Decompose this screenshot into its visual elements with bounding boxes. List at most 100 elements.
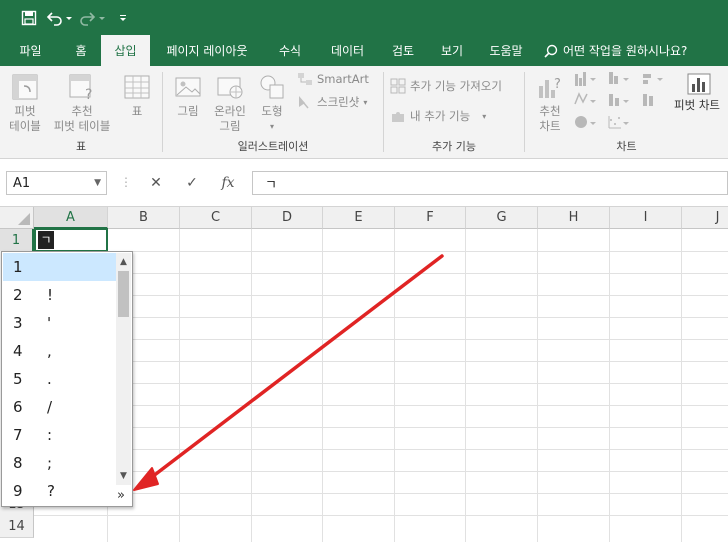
- column-header[interactable]: C: [180, 207, 252, 229]
- recommended-charts-button[interactable]: ? 추천 차트: [533, 72, 567, 134]
- column-header[interactable]: E: [323, 207, 395, 229]
- save-icon[interactable]: [18, 7, 40, 29]
- candidate-item[interactable]: 6 /: [3, 393, 116, 421]
- column-header[interactable]: J: [682, 207, 728, 229]
- candidate-item[interactable]: 5 .: [3, 365, 116, 393]
- tab-formulas[interactable]: 수식: [264, 35, 316, 66]
- chevron-down-icon[interactable]: ▼: [94, 178, 101, 188]
- smartart-button[interactable]: SmartArt: [297, 72, 369, 86]
- excel-window: 파일 홈 삽입 페이지 레이아웃 수식 데이터 검토 보기 도움말 어떤 작업을…: [0, 0, 728, 542]
- candidate-number: 5: [13, 370, 23, 388]
- gridline: [34, 383, 728, 384]
- pivot-chart-label: 피벗 차트: [674, 98, 720, 112]
- smartart-label: SmartArt: [317, 72, 369, 86]
- get-addins-button[interactable]: 추가 기능 가져오기: [390, 78, 502, 94]
- candidate-item[interactable]: 8 ;: [3, 449, 116, 477]
- group-addins: 추가 기능 가져오기 내 추가 기능 ▾ 추가 기능: [384, 66, 524, 158]
- column-header[interactable]: I: [610, 207, 682, 229]
- formula-input[interactable]: ㄱ: [252, 171, 728, 195]
- screenshot-button[interactable]: 스크린샷 ▾: [297, 94, 367, 110]
- my-addins-label: 내 추가 기능: [410, 109, 471, 123]
- online-picture-label: 온라인 그림: [214, 104, 246, 133]
- gridline: [609, 229, 610, 542]
- gridline: [34, 251, 728, 252]
- gridline: [34, 449, 728, 450]
- tab-data[interactable]: 데이터: [316, 35, 379, 66]
- tab-view[interactable]: 보기: [427, 35, 477, 66]
- pivot-table-label: 피벗 테이블: [9, 104, 41, 133]
- table-button[interactable]: 표: [120, 72, 154, 119]
- row-header[interactable]: 1: [0, 229, 34, 252]
- group-label-addins: 추가 기능: [432, 140, 476, 153]
- candidate-item[interactable]: 9 ?: [3, 477, 116, 505]
- table-label: 표: [131, 104, 143, 118]
- redo-icon[interactable]: [78, 7, 108, 29]
- screenshot-icon: [299, 96, 309, 109]
- column-header[interactable]: G: [466, 207, 538, 229]
- chart-type-gallery: [573, 70, 673, 136]
- recommended-charts-icon: ?: [539, 77, 561, 98]
- candidate-item[interactable]: 3 ': [3, 309, 116, 337]
- candidate-scrollbar[interactable]: ▲ ▼: [116, 253, 131, 485]
- tell-me-box[interactable]: 어떤 작업을 원하시나요?: [535, 35, 687, 66]
- candidate-number: 1: [13, 258, 23, 276]
- tab-help[interactable]: 도움말: [477, 35, 535, 66]
- gridline: [34, 515, 728, 516]
- my-addins-icon: [392, 112, 404, 122]
- picture-button[interactable]: 그림: [171, 72, 205, 119]
- online-picture-icon: [217, 77, 243, 99]
- column-header[interactable]: A: [34, 207, 108, 229]
- pivot-table-button[interactable]: 피벗 테이블: [6, 72, 44, 134]
- shapes-button[interactable]: 도형 ▾: [255, 72, 289, 134]
- tab-page-layout[interactable]: 페이지 레이아웃: [150, 35, 264, 66]
- candidate-char: /: [47, 398, 53, 416]
- column-header[interactable]: B: [108, 207, 180, 229]
- my-addins-button[interactable]: 내 추가 기능 ▾: [390, 108, 486, 124]
- candidate-char: :: [47, 426, 53, 444]
- title-bar: 파일 홈 삽입 페이지 레이아웃 수식 데이터 검토 보기 도움말 어떤 작업을…: [0, 0, 728, 66]
- scrollbar-thumb[interactable]: [118, 271, 129, 317]
- row-header[interactable]: 14: [0, 515, 34, 538]
- picture-icon: [175, 77, 201, 97]
- candidate-number: 2: [13, 286, 23, 304]
- candidate-item[interactable]: 1: [3, 253, 116, 281]
- ime-candidate-window: 1 2 ! 3 ' 4 , 5 . 6 / 7 : 8 ; 9 ? ▲ ▼ »: [1, 251, 133, 507]
- tab-file[interactable]: 파일: [0, 35, 61, 66]
- search-icon: [544, 44, 558, 58]
- candidate-item[interactable]: 7 :: [3, 421, 116, 449]
- undo-icon[interactable]: [44, 7, 74, 29]
- formula-bar-buttons: ✕ ✓ fx: [138, 171, 246, 195]
- recommended-pivot-button[interactable]: ? 추천 피벗 테이블: [46, 72, 118, 134]
- screenshot-dropdown-icon: ▾: [363, 97, 368, 107]
- candidate-number: 6: [13, 398, 23, 416]
- tab-insert[interactable]: 삽입: [101, 35, 150, 66]
- gridline: [34, 273, 728, 274]
- column-header[interactable]: H: [538, 207, 610, 229]
- active-cell-a1[interactable]: ㄱ: [34, 228, 108, 252]
- scroll-up-icon[interactable]: ▲: [116, 255, 131, 269]
- smartart-icon: [298, 73, 312, 85]
- scroll-down-icon[interactable]: ▼: [116, 469, 131, 483]
- gridline: [34, 339, 728, 340]
- gridline: [34, 405, 728, 406]
- expand-candidates-icon[interactable]: »: [113, 488, 129, 504]
- tab-review[interactable]: 검토: [379, 35, 427, 66]
- name-box-value: A1: [13, 175, 31, 191]
- enter-icon[interactable]: ✓: [174, 175, 210, 191]
- candidate-item[interactable]: 2 !: [3, 281, 116, 309]
- online-picture-button[interactable]: 온라인 그림: [209, 72, 251, 134]
- column-header[interactable]: D: [252, 207, 323, 229]
- chevron-down-icon[interactable]: [112, 7, 134, 29]
- candidate-item[interactable]: 4 ,: [3, 337, 116, 365]
- formula-bar-separator: ⋮: [120, 175, 132, 189]
- select-all-button[interactable]: [0, 207, 34, 229]
- name-box[interactable]: A1 ▼: [6, 171, 107, 195]
- screenshot-label: 스크린샷: [317, 95, 360, 109]
- insert-function-icon[interactable]: fx: [210, 175, 246, 191]
- tab-home[interactable]: 홈: [61, 35, 101, 66]
- column-header[interactable]: F: [395, 207, 466, 229]
- pivot-chart-button[interactable]: 피벗 차트: [667, 72, 727, 113]
- table-icon: [124, 75, 150, 99]
- recommended-pivot-label: 추천 피벗 테이블: [53, 104, 111, 133]
- cancel-icon[interactable]: ✕: [138, 175, 174, 191]
